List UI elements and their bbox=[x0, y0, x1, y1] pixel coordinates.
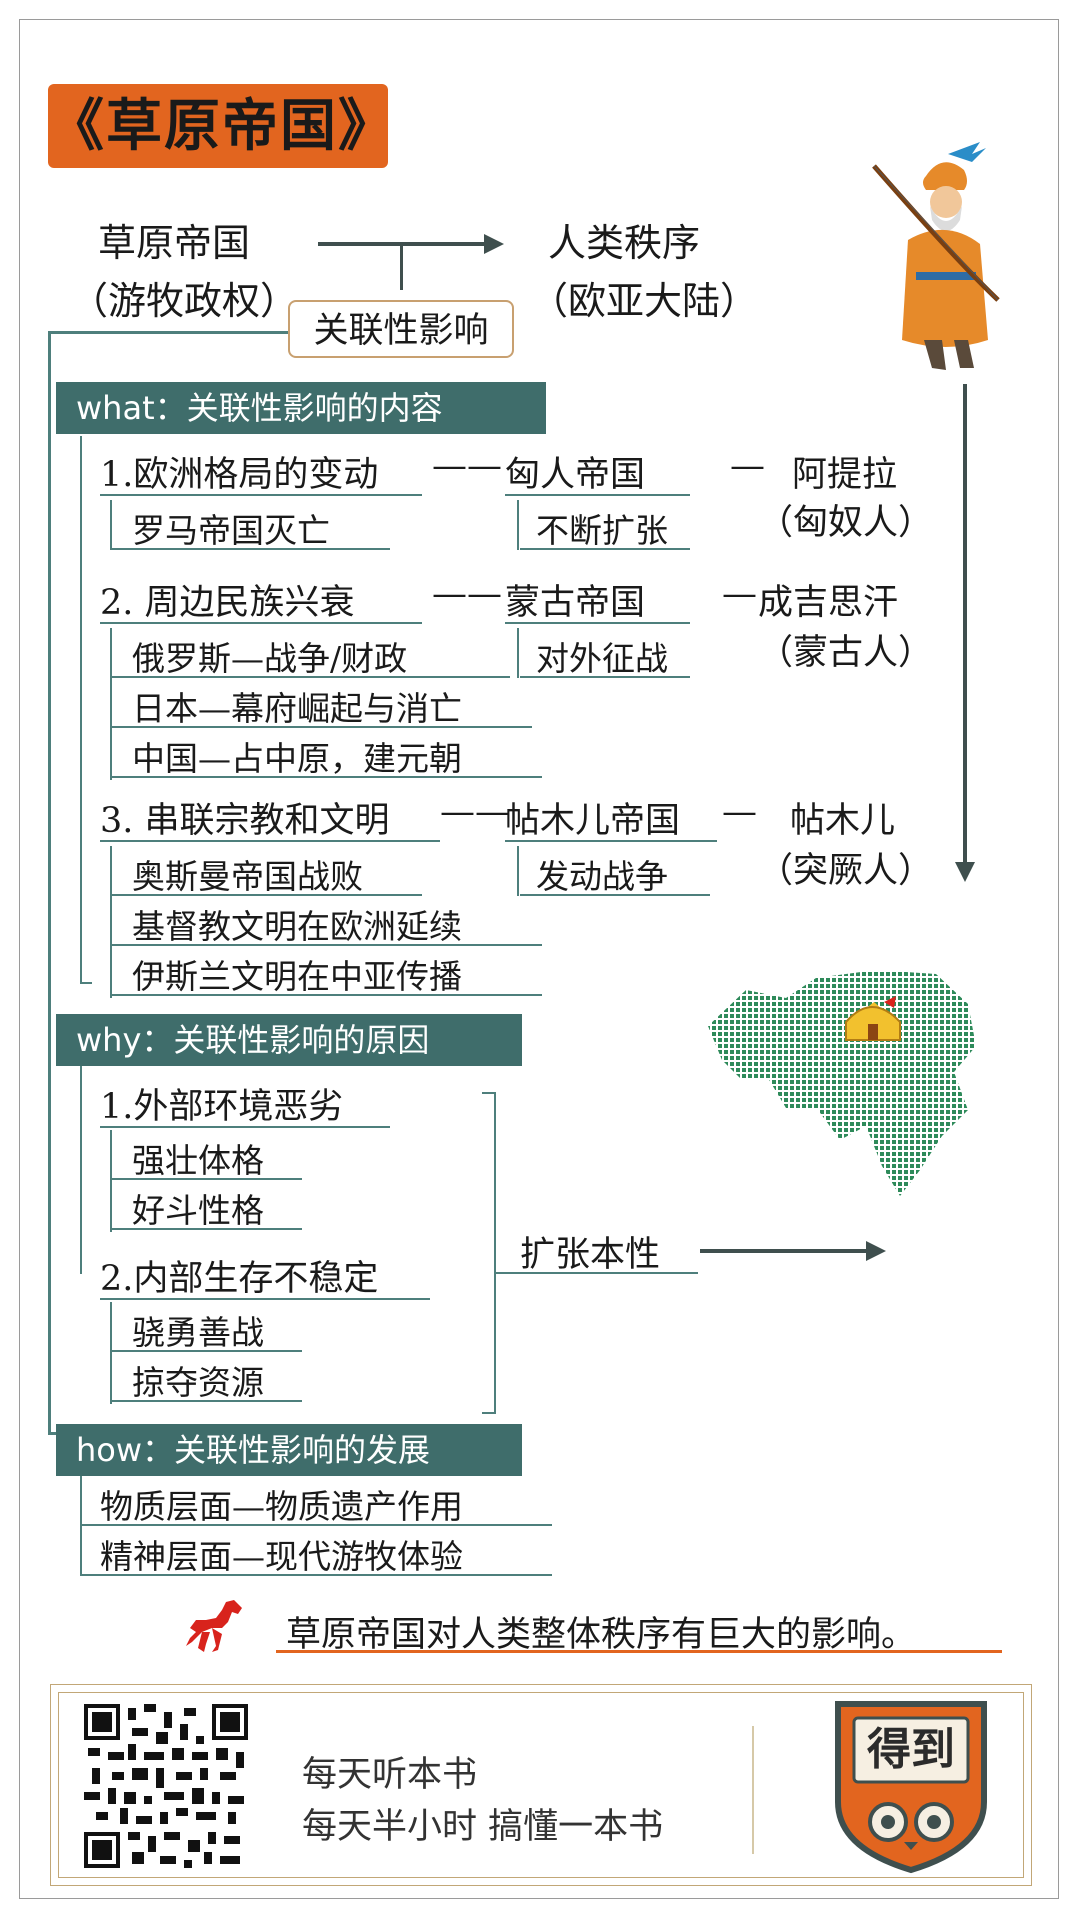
what-group2-leader: 成吉思汗 bbox=[758, 583, 899, 623]
what-group2-empire-branch bbox=[517, 628, 519, 678]
why-bracket bbox=[482, 1092, 496, 1414]
what-group1-heading: 1.欧洲格局的变动 bbox=[100, 446, 422, 496]
what-group3-heading: 3. 串联宗教和文明 bbox=[100, 792, 440, 842]
what-group2-effect-2: 日本—幕府崛起与消亡 bbox=[112, 682, 532, 728]
arrow-right-icon bbox=[484, 234, 504, 254]
top-left-line2: （游牧政权） bbox=[70, 279, 299, 323]
what-group3-people: （突厥人） bbox=[758, 851, 934, 891]
what-group1-empire-branch bbox=[517, 500, 519, 550]
why-group2-item-1: 骁勇善战 bbox=[112, 1306, 302, 1352]
why-arrow-line bbox=[700, 1249, 870, 1253]
top-right-line1: 人类秩序 bbox=[548, 221, 701, 265]
why-group1-item-2: 好斗性格 bbox=[112, 1184, 302, 1230]
arrow-right-icon-2 bbox=[866, 1241, 886, 1261]
right-down-arrow-line bbox=[963, 384, 967, 864]
what-group2-dash2: — bbox=[722, 574, 757, 614]
what-group1-people: （匈奴人） bbox=[758, 503, 934, 543]
why-header: why：关联性影响的原因 bbox=[56, 1014, 522, 1066]
how-item-1: 物质层面—物质遗产作用 bbox=[82, 1480, 552, 1526]
what-group3-effect-3: 伊斯兰文明在中亚传播 bbox=[112, 950, 542, 996]
what-group1-effect-1: 罗马帝国灭亡 bbox=[112, 504, 390, 550]
what-group3-empire-branch bbox=[517, 846, 519, 896]
top-right-line2: （欧亚大陆） bbox=[530, 279, 759, 323]
footer-divider bbox=[752, 1726, 754, 1854]
what-group2-effect-3: 中国—占中原，建元朝 bbox=[112, 732, 542, 778]
what-group2-people: （蒙古人） bbox=[758, 633, 934, 673]
main-spine-top bbox=[48, 331, 288, 334]
what-group2-effect-1: 俄罗斯—战争/财政 bbox=[112, 632, 510, 678]
page-title: 《草原帝国》 bbox=[48, 93, 396, 159]
what-group1-empire: 匈人帝国 bbox=[505, 446, 690, 496]
why-result: 扩张本性 bbox=[508, 1226, 698, 1275]
what-group1-dash: —— bbox=[432, 446, 502, 486]
what-group3-dash: —— bbox=[440, 792, 510, 832]
why-group2-item-2: 掠夺资源 bbox=[112, 1356, 302, 1402]
why-group1-item-1: 强壮体格 bbox=[112, 1134, 302, 1180]
qr-code[interactable] bbox=[84, 1704, 248, 1868]
eurasia-map-icon bbox=[708, 970, 976, 1196]
what-group1-dash2: — bbox=[730, 446, 765, 486]
what-group2-dash: —— bbox=[432, 574, 502, 614]
what-spine bbox=[80, 436, 82, 984]
what-group2-heading: 2. 周边民族兴衰 bbox=[100, 574, 422, 624]
conclusion-underline bbox=[276, 1650, 1002, 1653]
mongol-archer-illustration bbox=[872, 142, 1000, 370]
center-box: 关联性影响 bbox=[288, 300, 514, 358]
what-group1-leader: 阿提拉 bbox=[792, 455, 898, 495]
top-left-line1: 草原帝国 bbox=[98, 221, 251, 265]
main-spine bbox=[48, 332, 51, 1432]
top-arrow-line bbox=[318, 242, 488, 246]
dedao-logo-text: 得到 bbox=[867, 1724, 955, 1775]
what-group1-empire-sub: 不断扩张 bbox=[520, 504, 690, 550]
why-group1-heading: 1.外部环境恶劣 bbox=[100, 1078, 390, 1128]
what-group3-effect-1: 奥斯曼帝国战败 bbox=[112, 850, 422, 896]
what-group3-empire-sub: 发动战争 bbox=[520, 850, 710, 896]
horse-icon bbox=[186, 1600, 242, 1652]
why-spine bbox=[80, 1066, 82, 1274]
what-header: what：关联性影响的内容 bbox=[56, 382, 546, 434]
how-item-2: 精神层面—现代游牧体验 bbox=[82, 1530, 552, 1576]
what-group3-empire: 帖木儿帝国 bbox=[505, 792, 717, 842]
footer-line1: 每天听本书 bbox=[302, 1755, 478, 1795]
top-connector bbox=[400, 242, 403, 290]
how-header: how：关联性影响的发展 bbox=[56, 1424, 522, 1476]
what-spine-end bbox=[80, 982, 92, 984]
why-group2-heading: 2.内部生存不稳定 bbox=[100, 1250, 430, 1300]
what-group3-dash2: — bbox=[722, 792, 757, 832]
what-group3-effect-2: 基督教文明在欧洲延续 bbox=[112, 900, 542, 946]
arrow-down-icon bbox=[955, 862, 975, 882]
what-group2-empire: 蒙古帝国 bbox=[505, 574, 690, 624]
what-group3-leader: 帖木儿 bbox=[790, 801, 896, 841]
what-group2-empire-sub: 对外征战 bbox=[520, 632, 690, 678]
footer-line2: 每天半小时 搞懂一本书 bbox=[302, 1807, 664, 1847]
